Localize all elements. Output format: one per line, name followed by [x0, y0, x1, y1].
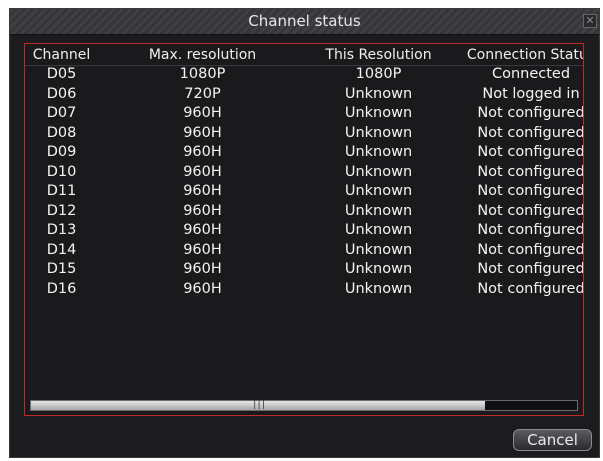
- cell-this-resolution: Unknown: [344, 202, 413, 219]
- cell-channel: D15: [46, 261, 77, 277]
- cell-this-resolution: Unknown: [344, 261, 413, 277]
- cell-connection-status: Not configured: [477, 261, 584, 277]
- cell-connection-status: Not configured: [477, 163, 584, 180]
- cell-this-resolution: Unknown: [344, 280, 413, 297]
- channel-status-dialog: Channel status ✕ Channel Max. resolution…: [9, 8, 600, 458]
- close-button[interactable]: ✕: [583, 14, 597, 28]
- table-row[interactable]: D10 960H Unknown Not configured: [25, 163, 583, 183]
- cell-this-resolution: Unknown: [344, 124, 413, 141]
- channel-status-table: Channel Max. resolution This Resolution …: [24, 43, 584, 416]
- cell-channel: D11: [46, 183, 77, 199]
- header-connection-status[interactable]: Connection Status: [446, 46, 583, 64]
- header-max-resolution[interactable]: Max. resolution: [125, 46, 280, 64]
- scrollbar-thumb[interactable]: |||: [31, 401, 485, 410]
- cell-this-resolution: Unknown: [344, 144, 413, 160]
- cell-this-resolution: Unknown: [344, 105, 413, 121]
- table-row[interactable]: D06 720P Unknown Not logged in: [25, 85, 583, 105]
- cell-channel: D12: [46, 202, 77, 219]
- cell-max-resolution: 960H: [183, 144, 222, 160]
- cell-connection-status: Not configured: [477, 144, 584, 160]
- cell-max-resolution: 960H: [183, 241, 222, 258]
- dialog-title: Channel status: [248, 12, 361, 30]
- cell-max-resolution: 960H: [183, 222, 222, 238]
- cell-this-resolution: Unknown: [344, 241, 413, 258]
- cell-channel: D07: [46, 105, 77, 121]
- table-row[interactable]: D15 960H Unknown Not configured: [25, 260, 583, 280]
- close-icon: ✕: [585, 14, 595, 27]
- cell-max-resolution: 960H: [183, 124, 222, 141]
- cell-connection-status: Not configured: [477, 183, 584, 199]
- cell-channel: D05: [46, 66, 77, 82]
- cell-connection-status: Connected: [491, 66, 571, 82]
- title-bar[interactable]: Channel status ✕: [10, 9, 599, 35]
- cell-connection-status: Not configured: [477, 105, 584, 121]
- cell-max-resolution: 960H: [183, 261, 222, 277]
- header-channel[interactable]: Channel: [25, 46, 98, 64]
- cell-connection-status: Not configured: [477, 202, 584, 219]
- table-row[interactable]: D14 960H Unknown Not configured: [25, 241, 583, 261]
- table-row[interactable]: D16 960H Unknown Not configured: [25, 280, 583, 300]
- table-row[interactable]: D11 960H Unknown Not configured: [25, 182, 583, 202]
- cell-connection-status: Not configured: [477, 124, 584, 141]
- cell-channel: D06: [46, 85, 77, 102]
- cell-max-resolution: 960H: [183, 280, 222, 297]
- cell-max-resolution: 960H: [183, 163, 222, 180]
- grip-icon: |||: [252, 400, 266, 410]
- table-row[interactable]: D09 960H Unknown Not configured: [25, 143, 583, 163]
- cell-connection-status: Not configured: [477, 241, 584, 258]
- header-this-resolution[interactable]: This Resolution: [296, 46, 461, 64]
- cell-this-resolution: Unknown: [344, 183, 413, 199]
- cell-max-resolution: 1080P: [179, 66, 226, 82]
- horizontal-scrollbar[interactable]: |||: [30, 400, 578, 411]
- cell-this-resolution: Unknown: [344, 222, 413, 238]
- cell-this-resolution: Unknown: [344, 85, 413, 102]
- cell-channel: D13: [46, 222, 77, 238]
- cell-connection-status: Not configured: [477, 280, 584, 297]
- cell-channel: D14: [46, 241, 77, 258]
- cell-this-resolution: Unknown: [344, 163, 413, 180]
- cell-channel: D16: [46, 280, 77, 297]
- cell-max-resolution: 960H: [183, 202, 222, 219]
- cell-channel: D09: [46, 144, 77, 160]
- cell-channel: D08: [46, 124, 77, 141]
- table-row[interactable]: D13 960H Unknown Not configured: [25, 221, 583, 241]
- cell-max-resolution: 960H: [183, 105, 222, 121]
- table-row[interactable]: D12 960H Unknown Not configured: [25, 202, 583, 222]
- cell-max-resolution: 720P: [184, 85, 221, 102]
- cell-connection-status: Not logged in: [482, 85, 580, 102]
- cell-connection-status: Not configured: [477, 222, 584, 238]
- cell-this-resolution: 1080P: [355, 66, 402, 82]
- cell-max-resolution: 960H: [183, 183, 222, 199]
- cancel-button[interactable]: Cancel: [513, 429, 592, 451]
- table-row[interactable]: D07 960H Unknown Not configured: [25, 104, 583, 124]
- cell-channel: D10: [46, 163, 77, 180]
- table-row[interactable]: D05 1080P 1080P Connected: [25, 65, 583, 85]
- table-row[interactable]: D08 960H Unknown Not configured: [25, 124, 583, 144]
